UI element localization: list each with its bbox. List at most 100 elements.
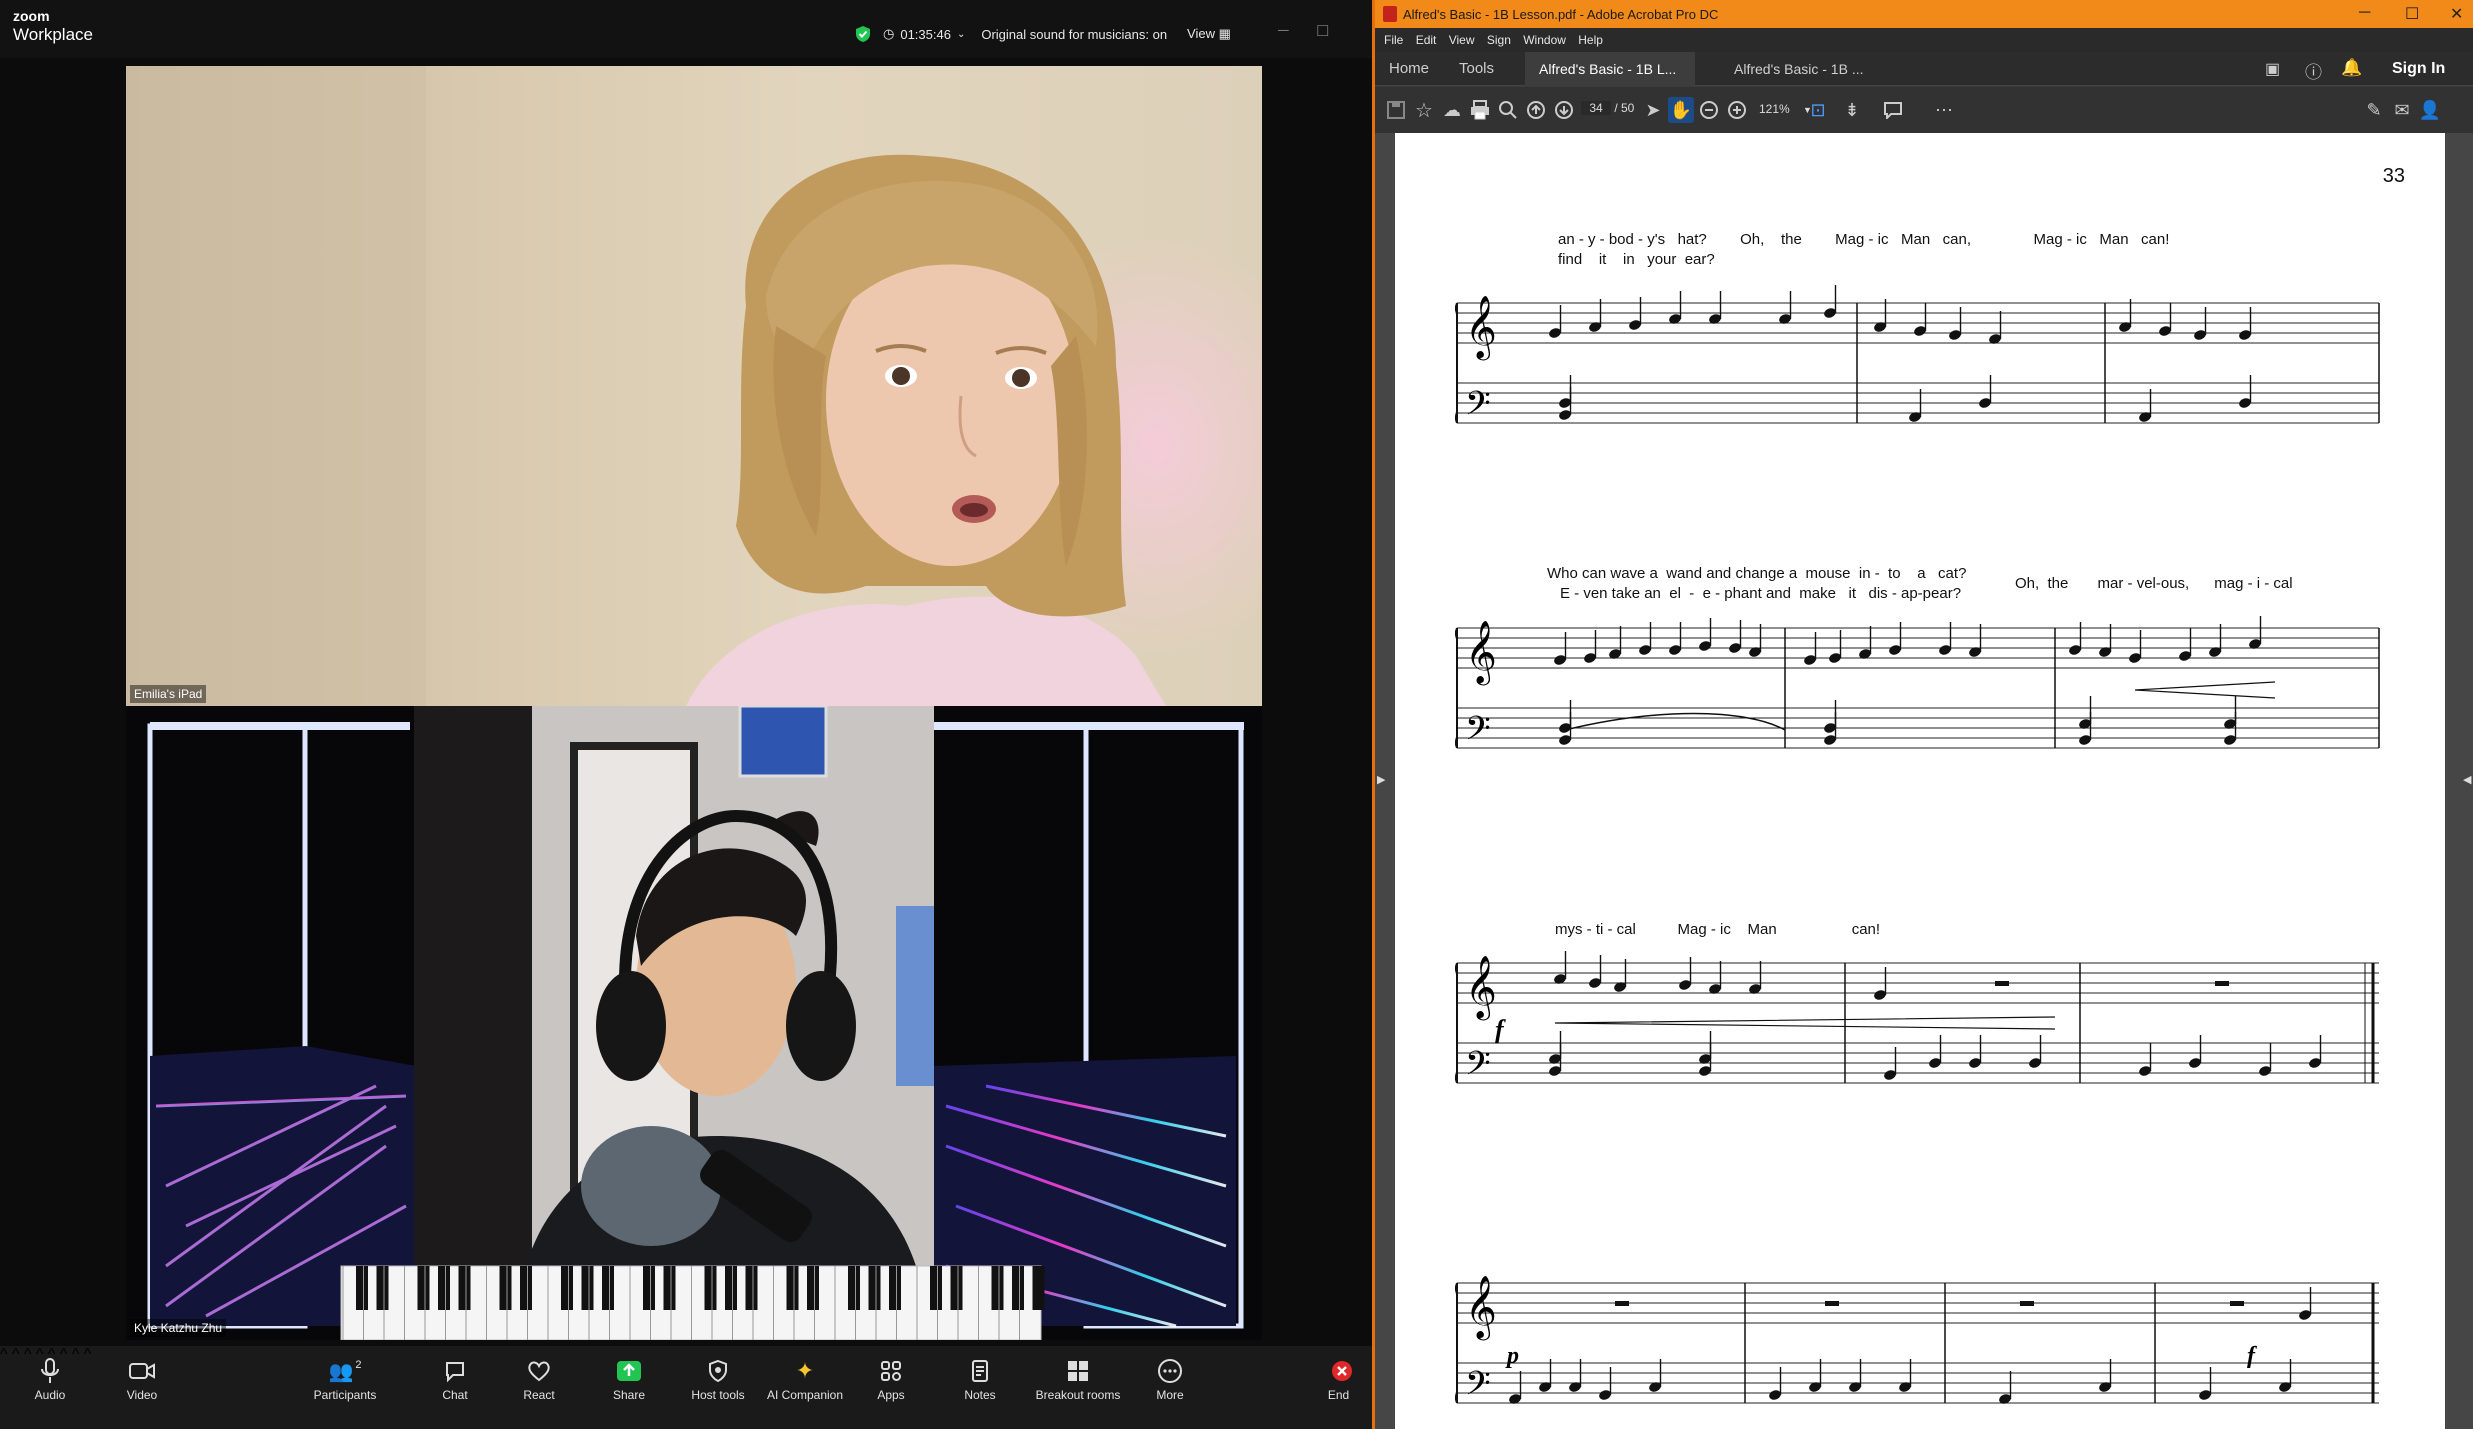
page-number: 33 bbox=[2382, 165, 2405, 187]
notes-label: Notes bbox=[964, 1388, 996, 1402]
shield-icon bbox=[856, 26, 870, 42]
menu-edit[interactable]: Edit bbox=[1416, 33, 1437, 47]
maximize-icon[interactable]: ☐ bbox=[2405, 4, 2419, 24]
previous-page-icon[interactable] bbox=[1523, 97, 1549, 123]
share-screen-icon bbox=[617, 1361, 641, 1381]
chat-bubble-icon bbox=[446, 1362, 464, 1383]
help-icon[interactable]: ⓘ bbox=[2305, 58, 2322, 83]
piano-black-key bbox=[745, 1266, 758, 1310]
fit-page-icon[interactable]: ⊡ bbox=[1805, 97, 1831, 123]
heart-icon bbox=[528, 1361, 550, 1382]
apps-icon bbox=[881, 1361, 901, 1381]
notification-bell-icon[interactable]: 🔔 bbox=[2341, 58, 2362, 78]
music-system-1: 𝄞𝄢 bbox=[1455, 285, 2380, 430]
notes-button[interactable]: Notes bbox=[935, 1354, 1025, 1402]
comment-icon[interactable]: ▣ bbox=[2265, 59, 2280, 79]
piano-black-key bbox=[458, 1266, 471, 1310]
participants-icon: 👥 bbox=[328, 1360, 354, 1383]
minimize-icon[interactable]: ─ bbox=[1278, 22, 1289, 39]
piano-black-key bbox=[520, 1266, 532, 1310]
save-icon[interactable] bbox=[1383, 97, 1409, 123]
piano-black-key bbox=[991, 1266, 1004, 1310]
ai-companion-button[interactable]: ✦ AI Companion bbox=[760, 1354, 850, 1402]
hand-tool-icon[interactable]: ✋ bbox=[1668, 97, 1694, 123]
meeting-toolbar: Audio ^ Video ^ 👥 2 Participants ^ Chat ^… bbox=[0, 1346, 1372, 1429]
menu-file[interactable]: File bbox=[1384, 33, 1403, 47]
tab-home[interactable]: Home bbox=[1375, 52, 1443, 86]
zoom-workplace-text: Workplace bbox=[13, 25, 93, 44]
piano-black-key bbox=[704, 1266, 717, 1310]
comment-tool-icon[interactable] bbox=[1880, 97, 1906, 123]
menu-view[interactable]: View bbox=[1449, 33, 1475, 47]
next-page-icon[interactable] bbox=[1551, 97, 1577, 123]
tab-document-2[interactable]: Alfred's Basic - 1B ... bbox=[1720, 52, 1878, 86]
breakout-rooms-label: Breakout rooms bbox=[1035, 1388, 1121, 1402]
audio-button[interactable]: Audio bbox=[5, 1354, 95, 1402]
minimize-icon[interactable]: ─ bbox=[2359, 4, 2370, 22]
video-button[interactable]: Video bbox=[97, 1354, 187, 1402]
zoom-logo: zoom Workplace bbox=[13, 9, 93, 43]
music-system-4: 𝄞 𝄢 p f bbox=[1455, 1277, 2379, 1410]
menu-window[interactable]: Window bbox=[1523, 33, 1566, 47]
dynamic-marking: f bbox=[2247, 1343, 2257, 1369]
piano-black-key bbox=[438, 1266, 450, 1310]
lyric-line: mys - ti - cal Mag - ic Man can! bbox=[1555, 921, 1881, 938]
more-button[interactable]: More bbox=[1125, 1354, 1215, 1402]
view-button[interactable]: View ▦ bbox=[1187, 26, 1231, 42]
breakout-rooms-button[interactable]: Breakout rooms bbox=[1033, 1354, 1123, 1402]
participants-count: 2 bbox=[355, 1359, 362, 1371]
piano-black-key bbox=[376, 1266, 389, 1310]
email-icon[interactable]: ✉ bbox=[2389, 97, 2415, 123]
meeting-security-status[interactable]: ◷ 01:35:46 ⌄ Original sound for musician… bbox=[855, 25, 1231, 43]
svg-text:𝄞: 𝄞 bbox=[1465, 1277, 1497, 1341]
apps-button[interactable]: Apps bbox=[846, 1354, 936, 1402]
select-cursor-icon[interactable]: ➤ bbox=[1640, 97, 1666, 123]
host-shield-icon bbox=[709, 1359, 727, 1383]
print-icon[interactable] bbox=[1467, 97, 1493, 123]
document-viewer[interactable]: ▶ ◀ 33 an - y - bod - y's hat? Oh, the M… bbox=[1375, 133, 2473, 1429]
chat-button[interactable]: Chat bbox=[410, 1354, 500, 1402]
menu-help[interactable]: Help bbox=[1578, 33, 1603, 47]
tab-document-active[interactable]: Alfred's Basic - 1B L... ✕ bbox=[1525, 52, 1695, 111]
page-navigation: 34 / 50 bbox=[1581, 101, 1634, 115]
apps-label: Apps bbox=[877, 1388, 905, 1402]
more-tools-icon[interactable]: ⋯ bbox=[1931, 97, 1957, 123]
participant-video-emilia bbox=[126, 66, 1166, 706]
participants-button[interactable]: 👥 2 Participants bbox=[300, 1354, 390, 1402]
video-tile-kyle[interactable]: Kyle Katzhu Zhu bbox=[126, 706, 1262, 1340]
svg-text:𝄞: 𝄞 bbox=[1465, 297, 1497, 361]
piano-black-key bbox=[602, 1266, 614, 1310]
fill-sign-icon[interactable]: ✎ bbox=[2361, 97, 2387, 123]
close-icon[interactable]: ✕ bbox=[2450, 4, 2463, 24]
share-button[interactable]: Share bbox=[584, 1354, 674, 1402]
zoom-level-value: 121% bbox=[1759, 102, 1790, 116]
right-panel-toggle-icon[interactable]: ◀ bbox=[2463, 773, 2471, 786]
host-tools-button[interactable]: Host tools bbox=[673, 1354, 763, 1402]
zoom-out-icon[interactable] bbox=[1696, 97, 1722, 123]
tab-tools[interactable]: Tools bbox=[1445, 52, 1508, 86]
piano-black-key bbox=[1012, 1266, 1024, 1310]
piano-black-key bbox=[807, 1266, 819, 1310]
piano-black-key bbox=[930, 1266, 942, 1310]
current-page-input[interactable]: 34 bbox=[1581, 101, 1611, 115]
video-tile-emilia[interactable]: Emilia's iPad bbox=[126, 66, 1262, 706]
upload-cloud-icon[interactable]: ☁ bbox=[1439, 97, 1465, 123]
acrobat-titlebar: Alfred's Basic - 1B Lesson.pdf - Adobe A… bbox=[1375, 0, 2473, 28]
sign-in-button[interactable]: Sign In bbox=[2392, 60, 2445, 78]
zoom-logo-text: zoom bbox=[13, 8, 50, 24]
zoom-search-icon[interactable] bbox=[1495, 97, 1521, 123]
host-tools-label: Host tools bbox=[691, 1388, 745, 1402]
dynamic-marking: p bbox=[1505, 1343, 1519, 1369]
share-user-icon[interactable]: 👤 bbox=[2417, 97, 2443, 123]
menu-sign[interactable]: Sign bbox=[1487, 33, 1511, 47]
bookmark-star-icon[interactable]: ☆ bbox=[1411, 97, 1437, 123]
left-panel-toggle-icon[interactable]: ▶ bbox=[1377, 773, 1385, 786]
more-icon bbox=[1158, 1359, 1182, 1383]
react-label: React bbox=[523, 1388, 555, 1402]
react-button[interactable]: React bbox=[494, 1354, 584, 1402]
acrobat-logo-icon bbox=[1383, 6, 1397, 22]
maximize-icon[interactable]: ☐ bbox=[1316, 22, 1329, 40]
scroll-mode-icon[interactable]: ⇟ bbox=[1839, 97, 1865, 123]
original-sound-status[interactable]: Original sound for musicians: on bbox=[981, 27, 1167, 42]
zoom-in-icon[interactable] bbox=[1724, 97, 1750, 123]
